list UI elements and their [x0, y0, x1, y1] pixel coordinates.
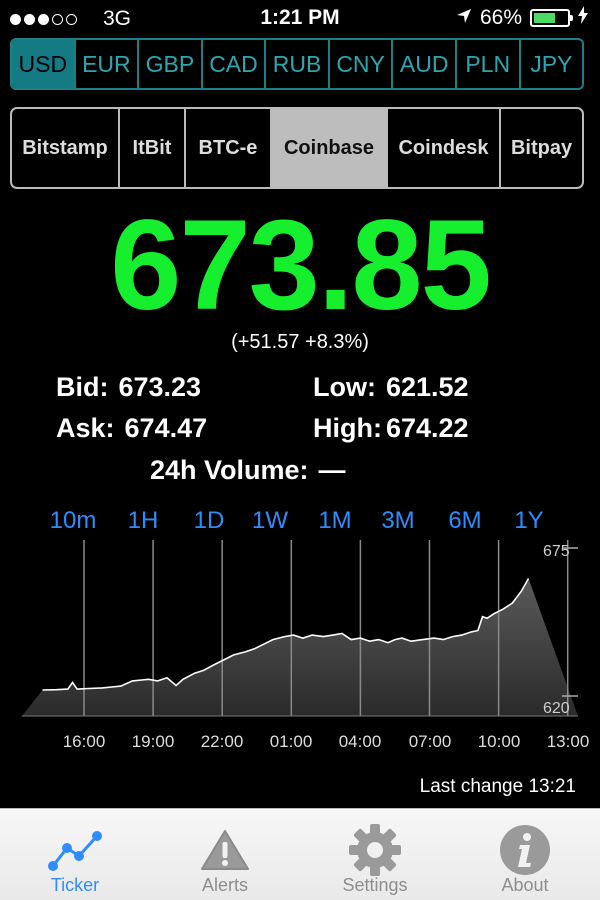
period-selector: 10m 1H 1D 1W 1M 3M 6M 1Y [0, 507, 600, 541]
volume-value: — [318, 455, 346, 485]
low-value: 621.52 [385, 372, 469, 402]
currency-rub[interactable]: RUB [266, 40, 330, 88]
tab-bar: Ticker Alerts Settings About [0, 808, 600, 900]
exchange-btce[interactable]: BTC-e [186, 109, 272, 187]
low-stat: Low: 621.52 [313, 372, 469, 403]
gear-icon [348, 821, 402, 879]
tab-label: Alerts [201, 875, 248, 895]
battery-icon [530, 9, 573, 27]
x-tick-label: 19:00 [131, 732, 175, 751]
volume-label: 24h Volume: [150, 455, 309, 485]
high-value: 674.22 [385, 413, 469, 443]
currency-cad[interactable]: CAD [203, 40, 267, 88]
low-label: Low: [313, 372, 376, 402]
current-price: 673.85 [110, 194, 492, 337]
period-1w[interactable]: 1W [252, 507, 288, 535]
price-chart[interactable] [0, 540, 600, 760]
price-change: (+51.57 +8.3%) [231, 331, 369, 353]
exchange-coindesk[interactable]: Coindesk [388, 109, 501, 187]
ask-label: Ask: [56, 413, 115, 443]
currency-selector: USD EUR GBP CAD RUB CNY AUD PLN JPY [10, 38, 584, 90]
battery-percent: 66% [479, 6, 522, 29]
x-tick-label: 16:00 [62, 732, 106, 751]
chart-area-fill [22, 578, 578, 716]
volume-stat: 24h Volume: — [150, 455, 346, 486]
exchange-selector: Bitstamp ItBit BTC-e Coinbase Coindesk B… [10, 107, 584, 189]
tab-about[interactable]: About [450, 809, 600, 900]
currency-cny[interactable]: CNY [330, 40, 394, 88]
x-tick-label: 04:00 [338, 732, 382, 751]
x-tick-label: 01:00 [269, 732, 313, 751]
high-stat: High: 674.22 [313, 413, 469, 444]
bid-stat: Bid: 673.23 [56, 372, 201, 403]
exchange-bitpay[interactable]: Bitpay [501, 109, 582, 187]
currency-aud[interactable]: AUD [393, 40, 457, 88]
exchange-bitstamp[interactable]: Bitstamp [12, 109, 120, 187]
period-1h[interactable]: 1H [128, 507, 159, 535]
tab-label: Ticker [50, 875, 100, 895]
y-tick-label: 620 [543, 700, 570, 717]
last-change-label: Last change 13:21 [419, 776, 576, 797]
info-icon [498, 821, 552, 879]
period-1d[interactable]: 1D [194, 507, 225, 535]
currency-gbp[interactable]: GBP [139, 40, 203, 88]
y-tick-label: 675 [543, 543, 570, 560]
x-tick-label: 07:00 [408, 732, 452, 751]
period-10m[interactable]: 10m [50, 507, 97, 535]
exchange-coinbase[interactable]: Coinbase [272, 109, 388, 187]
location-arrow-icon [456, 6, 472, 30]
currency-usd[interactable]: USD [12, 40, 76, 88]
period-1y[interactable]: 1Y [514, 507, 543, 535]
tab-label: About [501, 875, 549, 895]
bid-label: Bid: [56, 372, 109, 402]
period-1m[interactable]: 1M [318, 507, 351, 535]
charging-bolt-icon [578, 6, 588, 30]
status-bar: 3G 1:21 PM 66% [0, 0, 600, 36]
exchange-itbit[interactable]: ItBit [120, 109, 186, 187]
currency-eur[interactable]: EUR [76, 40, 140, 88]
x-tick-label: 10:00 [477, 732, 521, 751]
x-tick-label: 13:00 [546, 732, 590, 751]
alert-triangle-icon [200, 821, 250, 879]
high-label: High: [313, 413, 382, 443]
ask-stat: Ask: 674.47 [56, 413, 207, 444]
ask-value: 674.47 [124, 413, 208, 443]
x-tick-label: 22:00 [200, 732, 244, 751]
tab-alerts[interactable]: Alerts [150, 809, 300, 900]
ticker-chart-icon [47, 821, 103, 879]
bid-value: 673.23 [118, 372, 202, 402]
currency-jpy[interactable]: JPY [521, 40, 583, 88]
tab-label: Settings [342, 875, 408, 895]
period-3m[interactable]: 3M [381, 507, 414, 535]
tab-ticker[interactable]: Ticker [0, 809, 150, 900]
currency-pln[interactable]: PLN [457, 40, 521, 88]
tab-settings[interactable]: Settings [300, 809, 450, 900]
period-6m[interactable]: 6M [448, 507, 481, 535]
